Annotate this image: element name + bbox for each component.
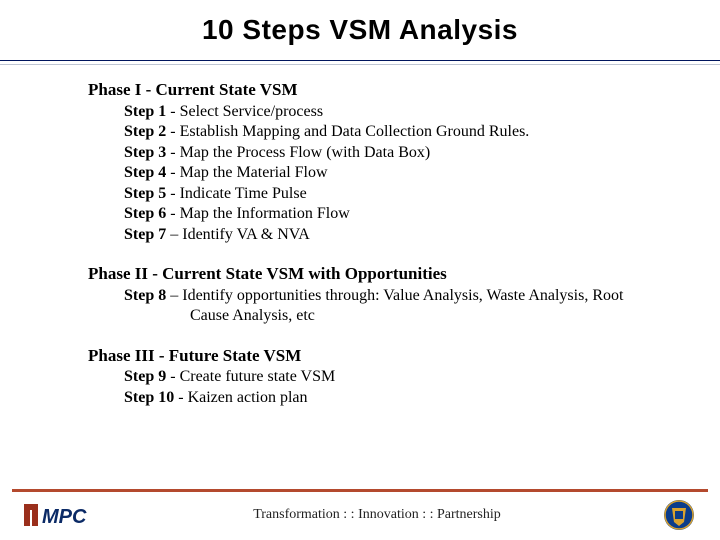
step-8: Step 8 – Identify opportunities through:… [124, 286, 664, 327]
step-2: Step 2 - Establish Mapping and Data Coll… [124, 122, 664, 142]
content: Phase I - Current State VSM Step 1 - Sel… [0, 65, 720, 408]
step-sep: – [166, 287, 182, 304]
step-text: Create future state VSM [180, 368, 336, 385]
step-sep: - [166, 164, 179, 181]
phase-1: Phase I - Current State VSM Step 1 - Sel… [88, 79, 664, 245]
phase-2-steps: Step 8 – Identify opportunities through:… [88, 286, 664, 327]
step-label: Step 6 [124, 205, 166, 222]
step-sep: - [166, 103, 179, 120]
step-label: Step 3 [124, 144, 166, 161]
step-label: Step 1 [124, 103, 166, 120]
phase-3-steps: Step 9 - Create future state VSM Step 10… [88, 367, 664, 408]
step-5: Step 5 - Indicate Time Pulse [124, 184, 664, 204]
step-sep: – [166, 226, 182, 243]
phase-2: Phase II - Current State VSM with Opport… [88, 263, 664, 327]
footer-wrap: MPC Transformation : : Innovation : : Pa… [0, 489, 720, 540]
step-sep: - [166, 144, 179, 161]
logo-mpc-icon: MPC [24, 501, 92, 529]
slide-title: 10 Steps VSM Analysis [0, 14, 720, 46]
phase-1-steps: Step 1 - Select Service/process Step 2 -… [88, 102, 664, 245]
phase-1-heading: Phase I - Current State VSM [88, 79, 664, 101]
step-text: Select Service/process [180, 103, 324, 120]
step-4: Step 4 - Map the Material Flow [124, 163, 664, 183]
step-text: Identify VA & NVA [182, 226, 310, 243]
step-label: Step 2 [124, 123, 166, 140]
step-6: Step 6 - Map the Information Flow [124, 204, 664, 224]
slide: 10 Steps VSM Analysis Phase I - Current … [0, 0, 720, 540]
phase-2-heading: Phase II - Current State VSM with Opport… [88, 263, 664, 285]
step-text: Establish Mapping and Data Collection Gr… [180, 123, 530, 140]
step-label: Step 10 [124, 389, 174, 406]
phase-3-heading: Phase III - Future State VSM [88, 345, 664, 367]
svg-text:MPC: MPC [42, 506, 87, 528]
title-block: 10 Steps VSM Analysis [0, 0, 720, 52]
step-10: Step 10 - Kaizen action plan [124, 388, 664, 408]
footer-text: Transformation : : Innovation : : Partne… [92, 507, 662, 523]
footer: MPC Transformation : : Innovation : : Pa… [0, 492, 720, 540]
step-text: Identify opportunities through: Value An… [182, 287, 623, 324]
step-sep: - [166, 368, 179, 385]
step-3: Step 3 - Map the Process Flow (with Data… [124, 143, 664, 163]
step-sep: - [166, 185, 179, 202]
step-label: Step 5 [124, 185, 166, 202]
step-sep: - [174, 389, 187, 406]
step-label: Step 8 [124, 287, 166, 304]
step-text: Map the Information Flow [180, 205, 350, 222]
step-label: Step 9 [124, 368, 166, 385]
step-text: Map the Material Flow [180, 164, 328, 181]
step-9: Step 9 - Create future state VSM [124, 367, 664, 387]
step-label: Step 4 [124, 164, 166, 181]
step-1: Step 1 - Select Service/process [124, 102, 664, 122]
step-sep: - [166, 123, 179, 140]
step-text: Indicate Time Pulse [180, 185, 307, 202]
step-7: Step 7 – Identify VA & NVA [124, 225, 664, 245]
step-label: Step 7 [124, 226, 166, 243]
step-text: Kaizen action plan [188, 389, 308, 406]
step-sep: - [166, 205, 179, 222]
phase-3: Phase III - Future State VSM Step 9 - Cr… [88, 345, 664, 409]
logo-shield-icon [662, 498, 696, 532]
divider-top [0, 60, 720, 61]
step-text: Map the Process Flow (with Data Box) [180, 144, 431, 161]
